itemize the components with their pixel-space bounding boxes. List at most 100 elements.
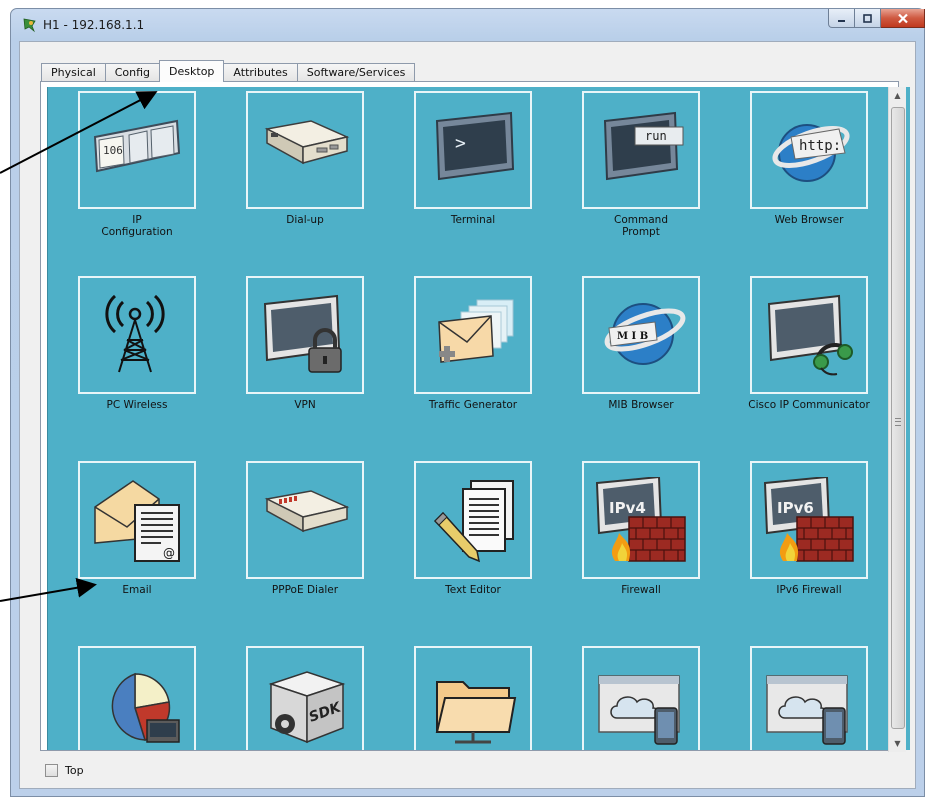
scrollbar-thumb[interactable] — [891, 107, 905, 729]
app-firewall[interactable]: IPv4 Firewall — [568, 461, 736, 646]
app-tile[interactable] — [78, 646, 196, 750]
top-checkbox[interactable] — [45, 764, 58, 777]
app-label: Dial-up — [286, 214, 324, 226]
app-iot-monitor[interactable] — [568, 646, 736, 750]
command-prompt-icon: run — [603, 111, 684, 181]
client-area: Physical Config Desktop Attributes Softw… — [19, 41, 916, 789]
ip-config-number: 106 — [103, 144, 123, 157]
terminal-prompt-text: > — [455, 133, 466, 154]
app-tile[interactable] — [414, 461, 532, 579]
app-email[interactable]: @ Email — [64, 461, 232, 646]
top-checkbox-label: Top — [65, 764, 84, 777]
vpn-icon — [263, 294, 342, 373]
app-tile[interactable] — [246, 461, 364, 579]
app-tile[interactable]: > — [414, 91, 532, 209]
app-label: Terminal — [450, 214, 496, 226]
title-bar[interactable]: H1 - 192.168.1.1 — [11, 9, 925, 41]
app-tile[interactable] — [414, 646, 532, 750]
app-vpn[interactable]: VPN — [232, 276, 400, 461]
app-tile[interactable] — [414, 276, 532, 394]
app-label: Traffic Generator — [428, 399, 518, 411]
app-sdk[interactable]: SDK — [232, 646, 400, 750]
app-web-browser[interactable]: http: Web Browser — [736, 91, 904, 276]
app-tile[interactable]: SDK — [246, 646, 364, 750]
tab-strip: Physical Config Desktop Attributes Softw… — [41, 60, 416, 82]
mib-browser-icon: M I B — [604, 303, 686, 365]
tab-physical[interactable]: Physical — [41, 63, 106, 82]
pppoe-dialer-icon — [264, 490, 350, 533]
web-text: http: — [799, 138, 841, 154]
app-window: H1 - 192.168.1.1 Physical Config Desktop… — [10, 8, 925, 797]
app-tile[interactable]: IPv4 — [582, 461, 700, 579]
app-tile[interactable]: run — [582, 91, 700, 209]
app-ip-configuration[interactable]: 106 IP Configuration — [64, 91, 232, 276]
app-command-prompt[interactable]: run Command Prompt — [568, 91, 736, 276]
scroll-down-arrow-icon[interactable]: ▼ — [889, 735, 906, 752]
app-label: MIB Browser — [608, 399, 674, 411]
maximize-button[interactable] — [855, 9, 881, 28]
ipv6-firewall-icon: IPv6 — [763, 477, 854, 562]
cisco-ip-communicator-icon — [767, 294, 853, 376]
netflow-collector-icon — [111, 672, 180, 743]
web-browser-icon: http: — [772, 124, 850, 182]
app-label: VPN — [294, 399, 316, 411]
tab-desktop[interactable]: Desktop — [159, 60, 225, 82]
app-tile[interactable] — [246, 91, 364, 209]
traffic-generator-icon — [438, 299, 514, 363]
app-iot-monitor[interactable] — [736, 646, 904, 750]
app-tile[interactable] — [582, 646, 700, 750]
app-label: Firewall — [621, 584, 661, 596]
app-tile[interactable]: http: — [750, 91, 868, 209]
app-tile[interactable]: @ — [78, 461, 196, 579]
email-icon: @ — [94, 480, 180, 562]
close-button[interactable] — [881, 9, 925, 28]
tab-config[interactable]: Config — [104, 63, 161, 82]
maximize-icon — [863, 13, 872, 23]
text-editor-icon — [433, 480, 514, 563]
iot-monitor-icon — [598, 675, 680, 745]
app-dial-up[interactable]: Dial-up — [232, 91, 400, 276]
top-option: Top — [45, 764, 84, 777]
dial-up-icon — [264, 120, 350, 165]
app-text-editor[interactable]: Text Editor — [400, 461, 568, 646]
vertical-scrollbar[interactable]: ▲ ▼ — [888, 87, 906, 752]
app-cisco-ip-communicator[interactable]: Cisco IP Communicator — [736, 276, 904, 461]
app-tile[interactable]: IPv6 — [750, 461, 868, 579]
app-pppoe-dialer[interactable]: PPPoE Dialer — [232, 461, 400, 646]
window-title: H1 - 192.168.1.1 — [43, 18, 145, 32]
app-file-manager[interactable] — [400, 646, 568, 750]
packet-tracer-icon — [23, 18, 36, 33]
app-tile[interactable] — [750, 276, 868, 394]
scrollbar-grip-icon — [895, 418, 901, 426]
app-label: Text Editor — [445, 584, 501, 596]
app-label: Cisco IP Communicator — [748, 399, 870, 411]
file-manager-icon — [435, 681, 517, 744]
app-tile[interactable] — [78, 276, 196, 394]
app-mib-browser[interactable]: M I B MIB Browser — [568, 276, 736, 461]
app-traffic-generator[interactable]: Traffic Generator — [400, 276, 568, 461]
tab-software-services[interactable]: Software/Services — [296, 63, 416, 82]
terminal-icon: > — [435, 111, 515, 181]
desktop-panel: 106 IP Configuration Dial-up > Terminal … — [40, 81, 910, 751]
ipv6-text: IPv6 — [777, 499, 814, 517]
desktop-viewport: 106 IP Configuration Dial-up > Terminal … — [47, 87, 910, 750]
app-tile[interactable]: 106 — [78, 91, 196, 209]
app-label: PC Wireless — [106, 399, 168, 411]
firewall-icon: IPv4 — [595, 477, 686, 562]
minimize-button[interactable] — [828, 9, 855, 28]
tab-attributes[interactable]: Attributes — [223, 63, 298, 82]
pc-wireless-icon — [105, 294, 165, 373]
scroll-up-arrow-icon[interactable]: ▲ — [889, 87, 906, 104]
app-label: Command Prompt — [614, 214, 668, 238]
app-tile[interactable] — [246, 276, 364, 394]
app-label: Email — [122, 584, 152, 596]
app-label: IP Configuration — [101, 214, 173, 238]
app-terminal[interactable]: > Terminal — [400, 91, 568, 276]
app-tile[interactable]: M I B — [582, 276, 700, 394]
app-netflow-collector[interactable] — [64, 646, 232, 750]
app-ipv6-firewall[interactable]: IPv6 IPv6 Firewall — [736, 461, 904, 646]
app-tile[interactable] — [750, 646, 868, 750]
app-label: IPv6 Firewall — [776, 584, 842, 596]
app-pc-wireless[interactable]: PC Wireless — [64, 276, 232, 461]
app-grid: 106 IP Configuration Dial-up > Terminal … — [48, 87, 904, 750]
